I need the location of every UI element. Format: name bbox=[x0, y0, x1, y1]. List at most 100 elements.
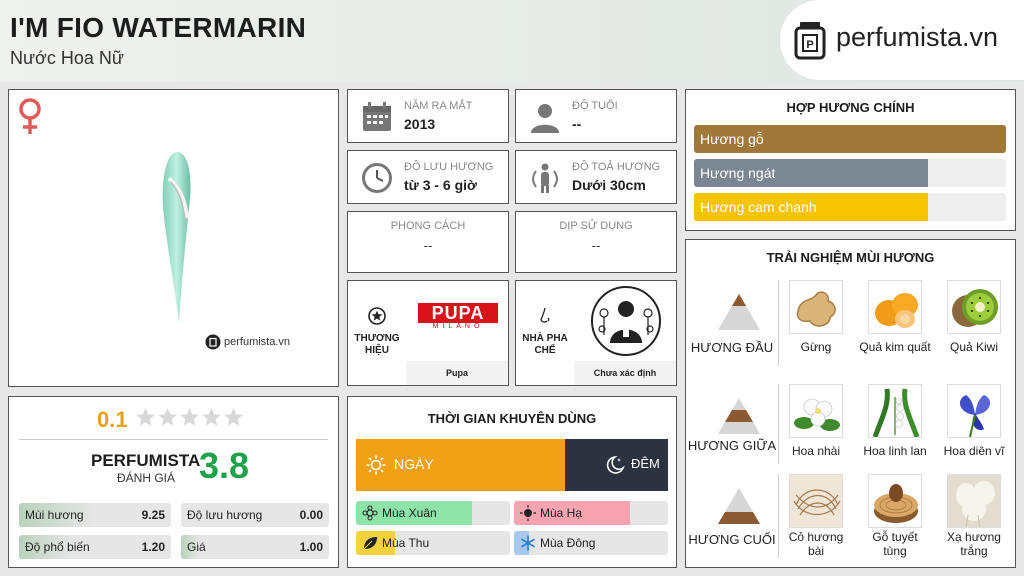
brand-name: Pupa bbox=[406, 361, 508, 385]
sillage-card: ĐỘ TOẢ HƯƠNG Dưới 30cm bbox=[515, 150, 677, 204]
user-rating-score: 0.1 bbox=[97, 407, 128, 432]
white-musk-image[interactable] bbox=[947, 474, 1001, 528]
note-name: Gừng bbox=[800, 340, 832, 354]
longevity-card: ĐỘ LƯU HƯƠNG từ 3 - 6 giờ bbox=[347, 150, 509, 204]
rating-star-icon[interactable] bbox=[179, 407, 200, 428]
sun-icon bbox=[520, 505, 536, 521]
recommended-time-card: THỜI GIAN KHUYÊN DÙNG NGÀY ĐÊM Mùa Xuân bbox=[347, 396, 677, 568]
note-divider bbox=[778, 384, 779, 464]
note-tier-label: HƯƠNG ĐẦU bbox=[690, 340, 774, 355]
rating-star-icon[interactable] bbox=[223, 407, 244, 428]
season-label: Mùa Hạ bbox=[540, 506, 583, 520]
metric-value: 0.00 bbox=[299, 508, 323, 522]
note-name: Gỗ tuyết tùng bbox=[872, 530, 918, 558]
user-rating-stars[interactable] bbox=[135, 407, 244, 428]
release-year-label: NĂM RA MẮT bbox=[404, 100, 473, 112]
season-winter: Mùa Đông bbox=[514, 531, 668, 555]
note-divider bbox=[778, 280, 779, 366]
scent-notes-card: TRẢI NGHIỆM MÙI HƯƠNG HƯƠNG ĐẦU Gừng Quả… bbox=[685, 239, 1016, 568]
day-segment: NGÀY bbox=[356, 439, 565, 491]
metric-value: 9.25 bbox=[141, 508, 165, 522]
pyramid-base-icon bbox=[718, 488, 760, 524]
svg-text:P: P bbox=[806, 39, 813, 51]
night-label: ĐÊM bbox=[631, 456, 660, 471]
perfumer-avatar bbox=[574, 281, 676, 361]
iris-image[interactable] bbox=[947, 384, 1001, 438]
sillage-icon bbox=[532, 163, 558, 193]
brand-card[interactable]: THƯƠNG HIỆU PUPA MILANO Pupa bbox=[347, 280, 509, 386]
occasion-card: DỊP SỬ DỤNG -- bbox=[515, 211, 677, 273]
product-image-card: perfumista.vn bbox=[8, 89, 339, 387]
brand-logo-sub: MILANO bbox=[432, 323, 484, 330]
female-symbol-icon bbox=[19, 98, 41, 134]
brand-logo[interactable]: P perfumista.vn bbox=[780, 0, 1024, 80]
note-divider bbox=[778, 474, 779, 558]
pyramid-top-icon bbox=[718, 294, 760, 330]
metric-label: Giá bbox=[187, 540, 206, 554]
accord-citrus: Hương cam chanh bbox=[694, 193, 1006, 221]
note-tier-middle: HƯƠNG GIỮA Hoa nhài Hoa linh lan Hoa diê… bbox=[686, 382, 1016, 472]
jasmine-image[interactable] bbox=[789, 384, 843, 438]
metric-value: 1.00 bbox=[299, 540, 323, 554]
note-tier-top: HƯƠNG ĐẦU Gừng Quả kim quất Quả Kiwi bbox=[686, 278, 1016, 368]
age-value: -- bbox=[572, 116, 582, 132]
sillage-value: Dưới 30cm bbox=[572, 177, 646, 193]
accord-woody: Hương gỗ bbox=[694, 125, 1006, 153]
time-card-title: THỜI GIAN KHUYÊN DÙNG bbox=[427, 411, 597, 426]
accord-label: Hương cam chanh bbox=[700, 199, 817, 215]
spring-icon bbox=[362, 505, 378, 521]
note-name: Cỏ hương bài bbox=[788, 530, 844, 558]
metric-scent: Mùi hương 9.25 bbox=[19, 503, 171, 527]
ginger-image[interactable] bbox=[789, 280, 843, 334]
note-name: Hoa diên vĩ bbox=[943, 444, 1005, 458]
vetiver-image[interactable] bbox=[789, 474, 843, 528]
kumquat-image[interactable] bbox=[868, 280, 922, 334]
perfumer-name: Chưa xác định bbox=[574, 361, 676, 385]
longevity-value: từ 3 - 6 giờ bbox=[404, 177, 477, 193]
note-name: Hoa nhài bbox=[791, 444, 841, 458]
rating-star-icon[interactable] bbox=[135, 407, 156, 428]
release-year-value: 2013 bbox=[404, 116, 436, 132]
metric-label: Độ lưu hương bbox=[187, 508, 263, 522]
perfumista-sub-label: ĐÁNH GIÁ bbox=[117, 471, 176, 485]
note-name: Quả Kiwi bbox=[949, 340, 999, 354]
metric-value: 1.20 bbox=[141, 540, 165, 554]
brand-logo-image: PUPA MILANO bbox=[406, 281, 508, 361]
watermark-text: perfumista.vn bbox=[224, 336, 291, 348]
perfume-bottle-icon: P bbox=[794, 22, 826, 60]
accord-aromatic: Hương ngát bbox=[694, 159, 1006, 187]
header: I'M FIO WATERMARIN Nước Hoa Nữ P perfumi… bbox=[0, 0, 1024, 82]
perfume-bottle-icon bbox=[205, 334, 221, 350]
perfumer-label-block: NHÀ PHA CHẾ bbox=[516, 281, 574, 385]
image-watermark: perfumista.vn bbox=[205, 334, 290, 350]
sillage-label: ĐỘ TOẢ HƯƠNG bbox=[572, 161, 661, 173]
brand-text: perfumista.vn bbox=[836, 22, 999, 52]
night-segment: ĐÊM bbox=[565, 439, 668, 491]
clock-icon bbox=[362, 163, 392, 193]
person-icon bbox=[531, 104, 559, 133]
perfumer-card[interactable]: NHÀ PHA CHẾ Chưa xác định bbox=[515, 280, 677, 386]
perfumer-silhouette-icon bbox=[591, 286, 661, 356]
note-tier-label: HƯƠNG CUỐI bbox=[688, 532, 776, 547]
lily-of-the-valley-image[interactable] bbox=[868, 384, 922, 438]
accord-label: Hương gỗ bbox=[700, 131, 764, 147]
longevity-label: ĐỘ LƯU HƯƠNG bbox=[404, 161, 494, 173]
rating-star-icon[interactable] bbox=[157, 407, 178, 428]
accords-title: HỢP HƯƠNG CHÍNH bbox=[786, 100, 915, 115]
note-name: Hoa linh lan bbox=[863, 444, 927, 458]
kiwi-image[interactable] bbox=[947, 280, 1001, 334]
metric-popularity: Độ phổ biến 1.20 bbox=[19, 535, 171, 559]
page-subtitle: Nước Hoa Nữ bbox=[10, 48, 124, 68]
page-title: I'M FIO WATERMARIN bbox=[10, 12, 307, 43]
note-name: Xạ hương trắng bbox=[947, 530, 1001, 558]
day-label: NGÀY bbox=[394, 456, 434, 472]
snowflake-icon bbox=[521, 535, 535, 551]
perfumista-score: 3.8 bbox=[199, 445, 250, 486]
note-name: Quả kim quất bbox=[859, 340, 931, 354]
occasion-label: DỊP SỬ DỤNG bbox=[559, 220, 633, 232]
cedarwood-image[interactable] bbox=[868, 474, 922, 528]
style-value: -- bbox=[423, 238, 433, 253]
rating-star-icon[interactable] bbox=[201, 407, 222, 428]
metric-label: Mùi hương bbox=[25, 508, 84, 522]
occasion-value: -- bbox=[591, 238, 601, 253]
